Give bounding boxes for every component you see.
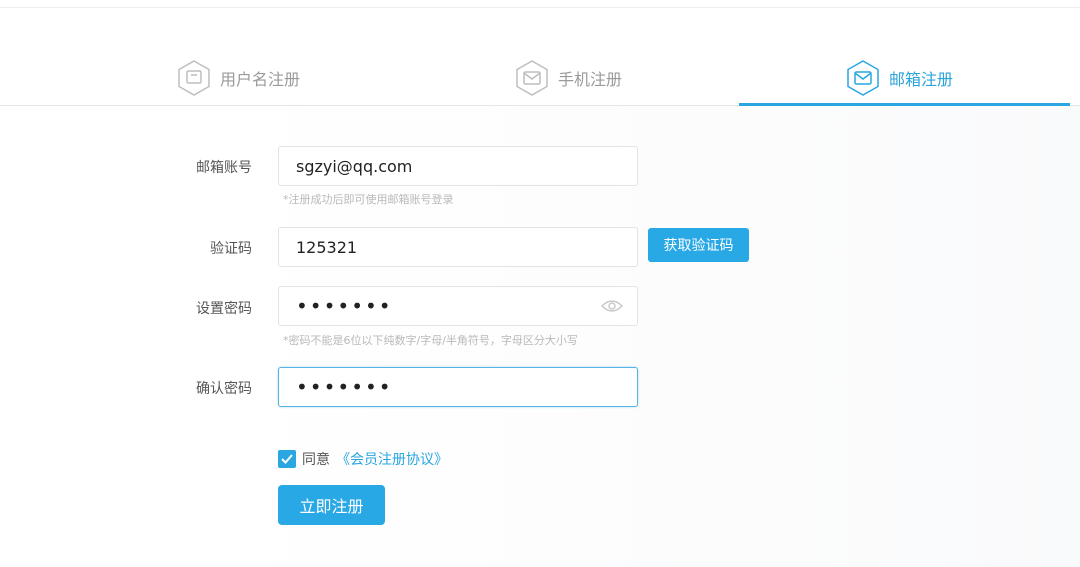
agree-checkbox[interactable] — [278, 450, 296, 468]
confirm-label: 确认密码 — [196, 381, 252, 397]
confirm-password-field[interactable] — [296, 375, 596, 399]
email-field[interactable] — [296, 156, 596, 176]
tab-label: 手机注册 — [558, 70, 623, 89]
checkmark-icon — [281, 454, 293, 464]
tab-email-register[interactable]: 邮箱注册 — [845, 50, 953, 106]
verification-code-field[interactable] — [296, 237, 596, 257]
password-field-box — [278, 286, 638, 326]
password-label: 设置密码 — [196, 301, 252, 317]
envelope-icon — [847, 60, 879, 96]
register-button[interactable]: 立即注册 — [278, 485, 385, 525]
top-divider — [0, 7, 1080, 8]
password-field[interactable] — [296, 294, 596, 318]
confirm-field-box — [278, 367, 638, 407]
code-field-box — [278, 227, 638, 267]
get-code-button[interactable]: 获取验证码 — [648, 228, 749, 262]
envelope-icon — [516, 60, 548, 96]
email-field-box — [278, 146, 638, 186]
code-label: 验证码 — [210, 241, 252, 257]
tab-label: 邮箱注册 — [889, 70, 954, 89]
agreement-link[interactable]: 《会员注册协议》 — [336, 449, 448, 469]
eye-icon[interactable] — [601, 298, 623, 314]
email-label: 邮箱账号 — [196, 160, 252, 176]
user-card-icon — [178, 60, 210, 96]
agree-text: 同意 — [302, 452, 330, 468]
password-hint: *密码不能是6位以下纯数字/字母/半角符号，字母区分大小写 — [283, 334, 578, 347]
tab-label: 用户名注册 — [220, 70, 301, 89]
agreement-row: 同意 《会员注册协议》 — [278, 449, 448, 469]
active-tab-indicator — [739, 103, 1070, 106]
email-hint: *注册成功后即可使用邮箱账号登录 — [283, 193, 454, 206]
register-tabs: 用户名注册 手机注册 邮箱注册 — [0, 50, 1080, 106]
tab-username-register[interactable]: 用户名注册 — [176, 50, 300, 106]
tab-phone-register[interactable]: 手机注册 — [514, 50, 622, 106]
